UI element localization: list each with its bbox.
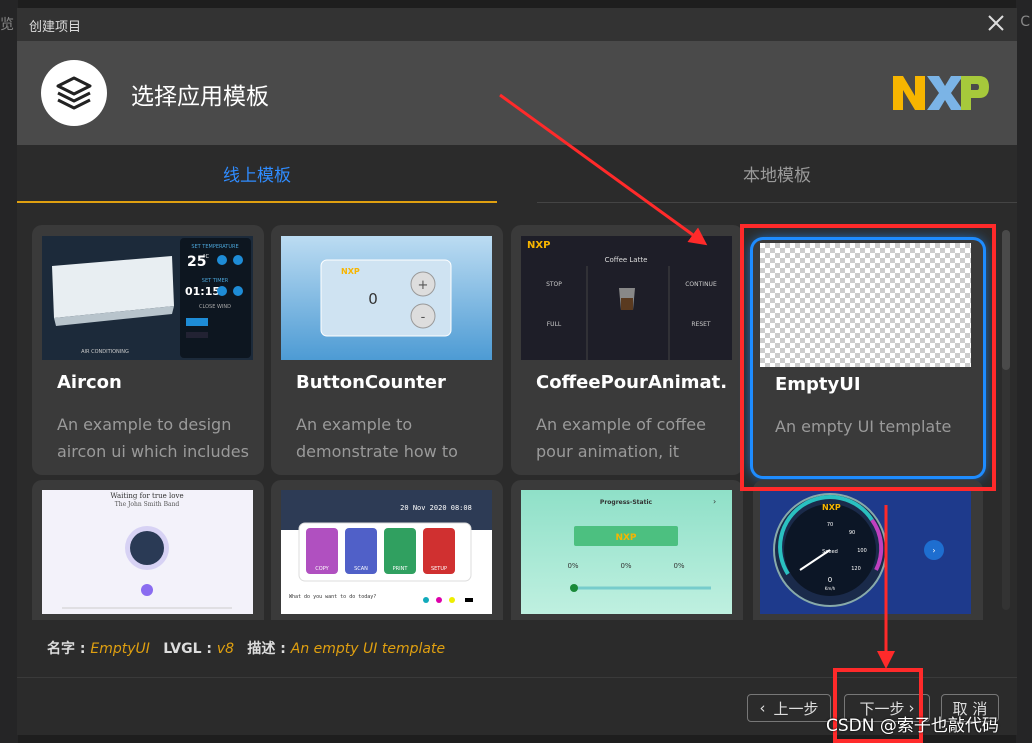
watermark: CSDN @索子也敲代码	[826, 716, 999, 736]
chevron-right-icon: ›	[713, 497, 716, 506]
progress-pct: 0%	[567, 562, 578, 570]
coffee-continue: CONTINUE	[685, 281, 717, 288]
template-description-line: An example to	[296, 415, 413, 434]
template-card-music[interactable]: Waiting for true love The John Smith Ban…	[32, 480, 264, 620]
template-description-line: aircon ui which includes	[57, 442, 249, 461]
scan-label: SETUP	[431, 566, 447, 572]
template-name: Aircon	[57, 372, 122, 393]
counter-minus: -	[421, 310, 426, 325]
background-text-right: C	[1020, 14, 1030, 30]
template-card-scan[interactable]: 20 Nov 2020 08:08 COPY SCAN PRINT SETUP …	[271, 480, 503, 620]
template-description-line: An example of coffee	[536, 415, 706, 434]
counter-plus: +	[418, 278, 429, 293]
template-scrollbar[interactable]	[1002, 230, 1010, 610]
prev-step-label: 上一步	[773, 699, 819, 718]
template-card-aircon[interactable]: SET TEMPERATURE 25 °C SET TIMER 01:15 CL…	[32, 225, 264, 475]
coffee-full: FULL	[547, 321, 562, 328]
scan-label: PRINT	[393, 566, 409, 572]
info-desc-value: An empty UI template	[290, 641, 446, 657]
aircon-timer-value: 01:15	[185, 285, 220, 298]
template-description: An example to design aircon ui which inc…	[57, 411, 252, 465]
counter-value: 0	[368, 290, 378, 308]
dialog-header: 选择应用模板	[17, 41, 1017, 145]
scan-thumbnail: 20 Nov 2020 08:08 COPY SCAN PRINT SETUP …	[281, 490, 492, 614]
scan-question: What do you want to do today?	[289, 594, 376, 600]
info-lvgl-key: LVGL :	[163, 641, 217, 657]
speedometer-thumbnail: 70 90 100 120 Speed 0 Km/h NXP ›	[760, 490, 971, 614]
dialog-titlebar: 创建项目	[17, 8, 1017, 41]
template-description: An example to demonstrate how to	[296, 411, 491, 465]
tab-online-templates[interactable]: 线上模板	[17, 145, 497, 203]
template-name: CoffeePourAnimat...	[536, 372, 726, 393]
dialog-title: 创建项目	[29, 20, 82, 35]
annotation-box-template	[740, 224, 996, 491]
info-name-value: EmptyUI	[90, 641, 150, 657]
close-icon[interactable]	[985, 12, 1007, 36]
speed-logo: NXP	[822, 503, 841, 512]
speed-tick: 100	[857, 548, 867, 554]
speed-unit: Km/h	[825, 586, 836, 591]
speed-tick: 70	[827, 522, 833, 528]
coffee-title: Coffee Latte	[605, 256, 648, 264]
template-name: ButtonCounter	[296, 372, 446, 393]
progress-thumbnail: Progress-Static › NXP 0% 0% 0%	[521, 490, 732, 614]
music-thumbnail: Waiting for true love The John Smith Ban…	[42, 490, 253, 614]
nxp-logo	[891, 74, 991, 112]
template-card-progress[interactable]: Progress-Static › NXP 0% 0% 0%	[511, 480, 743, 620]
template-description-line: pour animation, it	[536, 442, 680, 461]
template-card-coffee[interactable]: NXP Coffee Latte STOP FULL CONTINUE RESE…	[511, 225, 743, 475]
prev-step-button[interactable]: ‹ 上一步	[747, 694, 831, 722]
speed-value: 0	[828, 576, 832, 584]
buttoncounter-thumbnail: NXP 0 + -	[281, 236, 492, 360]
background-panel-left	[0, 0, 18, 743]
aircon-thumbnail: SET TEMPERATURE 25 °C SET TIMER 01:15 CL…	[42, 236, 253, 360]
progress-pct: 0%	[673, 562, 684, 570]
chevron-left-icon: ‹	[759, 699, 766, 717]
template-tabs: 线上模板 本地模板	[17, 145, 1017, 203]
tab-local-templates[interactable]: 本地模板	[537, 145, 1017, 203]
background-text-left: 览	[0, 17, 14, 33]
info-name-key: 名字 :	[47, 641, 91, 657]
speed-tick: 90	[849, 530, 855, 536]
music-title: Waiting for true love	[110, 492, 183, 500]
music-artist: The John Smith Band	[115, 501, 180, 508]
background-panel-right	[1016, 0, 1032, 743]
coffee-logo: NXP	[527, 240, 550, 251]
progress-pct: 0%	[620, 562, 631, 570]
template-description: An example of coffee pour animation, it	[536, 411, 731, 465]
layers-icon	[41, 60, 107, 126]
coffee-stop: STOP	[546, 281, 562, 288]
aircon-caption: AIR CONDITIONING	[81, 349, 129, 355]
aircon-set-temp-label: SET TEMPERATURE	[191, 244, 238, 250]
template-card-buttoncounter[interactable]: NXP 0 + - ButtonCounter An example to de…	[271, 225, 503, 475]
aircon-set-timer-label: SET TIMER	[202, 278, 229, 284]
template-card-speedometer[interactable]: 70 90 100 120 Speed 0 Km/h NXP ›	[753, 480, 983, 620]
progress-title: Progress-Static	[600, 499, 653, 506]
scrollbar-thumb[interactable]	[1002, 230, 1010, 370]
info-lvgl-value: v8	[216, 641, 235, 657]
aircon-temp-unit: °C	[203, 254, 210, 260]
scan-date: 20 Nov 2020 08:08	[400, 504, 472, 512]
coffee-reset: RESET	[691, 321, 711, 328]
aircon-wind-label: CLOSE WIND	[199, 304, 231, 310]
template-description-line: An example to design	[57, 415, 232, 434]
template-info-bar: 名字 : EmptyUI LVGL : v8 描述 : An empty UI …	[47, 638, 445, 658]
scan-label: COPY	[315, 566, 329, 572]
progress-logo: NXP	[615, 533, 636, 543]
scan-label: SCAN	[354, 566, 368, 572]
page-title: 选择应用模板	[131, 84, 269, 110]
counter-logo: NXP	[341, 267, 360, 276]
speed-tick: 120	[851, 566, 861, 572]
info-desc-key: 描述 :	[247, 641, 291, 657]
template-description-line: demonstrate how to	[296, 442, 458, 461]
chevron-right-icon: ›	[932, 546, 935, 555]
coffee-thumbnail: NXP Coffee Latte STOP FULL CONTINUE RESE…	[521, 236, 732, 360]
